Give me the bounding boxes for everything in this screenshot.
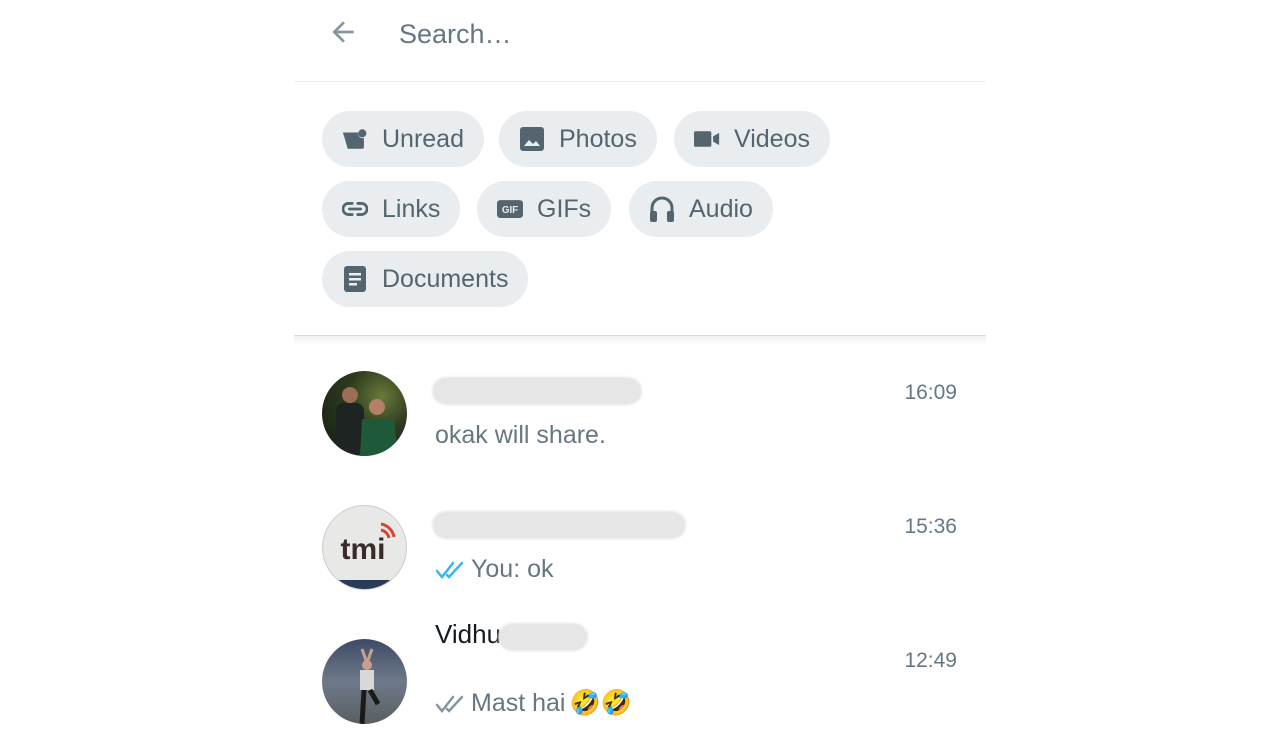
avatar — [322, 371, 407, 456]
search-panel: Unread Photos Videos Links GIF GIFs — [294, 0, 986, 724]
headphones-icon — [649, 196, 675, 222]
link-icon — [342, 196, 368, 222]
filter-chip-links[interactable]: Links — [322, 181, 461, 237]
chip-label: Unread — [382, 124, 464, 153]
preview-text: Mast hai — [471, 689, 566, 717]
back-button[interactable] — [324, 16, 362, 52]
redacted-name — [432, 377, 642, 405]
chip-label: Videos — [734, 124, 810, 153]
preview-text: You: ok — [471, 555, 554, 583]
filter-chip-unread[interactable]: Unread — [322, 111, 484, 167]
redacted-name — [498, 623, 588, 651]
delivered-receipt-icon — [435, 694, 465, 714]
chat-list-item[interactable]: 16:09 okak will share. — [294, 345, 986, 479]
chat-time: 15:36 — [904, 515, 957, 538]
filter-chip-photos[interactable]: Photos — [499, 111, 657, 167]
filter-chip-documents[interactable]: Documents — [322, 251, 529, 307]
filter-chip-videos[interactable]: Videos — [674, 111, 830, 167]
svg-text:tmi: tmi — [341, 533, 386, 566]
chat-time: 16:09 — [904, 381, 957, 404]
chat-list-item[interactable]: Vidhu 12:49 Mast hai 🤣🤣 — [294, 613, 986, 747]
filter-chip-gifs[interactable]: GIF GIFs — [477, 181, 612, 237]
redacted-name — [432, 511, 686, 539]
chip-label: Photos — [559, 124, 637, 153]
laughing-emoji: 🤣🤣 — [569, 689, 632, 717]
chat-name: Vidhu — [435, 619, 502, 649]
gif-icon: GIF — [497, 196, 523, 222]
preview-text: okak will share. — [435, 421, 606, 449]
chip-label: Links — [382, 194, 441, 223]
arrow-left-icon — [327, 16, 359, 53]
read-receipt-icon — [435, 560, 465, 580]
avatar — [322, 639, 407, 724]
chat-list-item[interactable]: tmi 15:36 You: ok — [294, 479, 986, 613]
search-input[interactable] — [399, 14, 959, 54]
search-bar — [294, 0, 986, 82]
chat-preview: You: ok — [435, 555, 553, 584]
chat-preview: okak will share. — [435, 421, 606, 450]
avatar: tmi — [322, 505, 407, 590]
videocam-icon — [694, 126, 720, 152]
svg-text:GIF: GIF — [502, 205, 518, 216]
chat-preview: Mast hai 🤣🤣 — [435, 689, 632, 718]
chat-time: 12:49 — [904, 649, 957, 672]
filter-chip-audio[interactable]: Audio — [629, 181, 773, 237]
chip-label: GIFs — [537, 194, 592, 223]
document-icon — [342, 266, 368, 292]
section-divider — [294, 335, 986, 345]
photo-icon — [519, 126, 545, 152]
chip-label: Audio — [689, 194, 753, 223]
unread-chat-icon — [342, 126, 368, 152]
chip-label: Documents — [382, 264, 509, 293]
